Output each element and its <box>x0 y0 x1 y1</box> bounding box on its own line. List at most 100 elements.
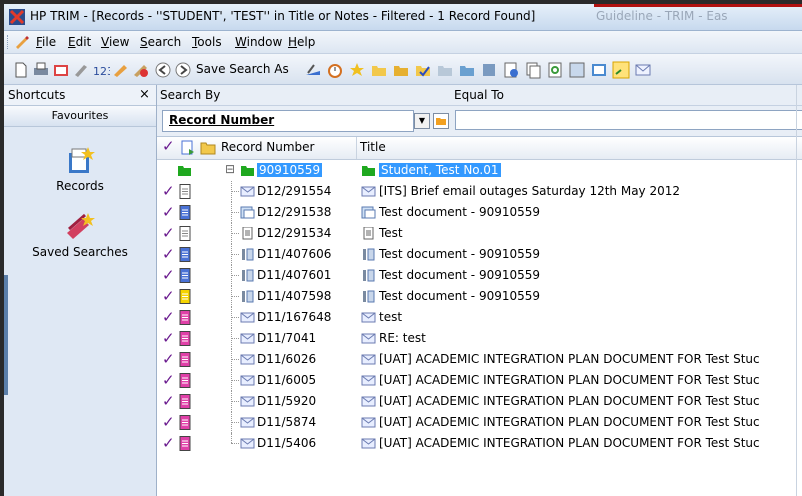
untag-icon[interactable] <box>132 61 150 79</box>
search-inputs-row: Record Number ▼ <box>157 106 802 137</box>
row-checkbox[interactable]: ✓ <box>162 392 175 410</box>
folder-check-icon[interactable] <box>414 61 432 79</box>
menu-edit[interactable]: Edit <box>68 35 91 49</box>
table-row[interactable]: ✓ D12/291538 Test document - 90910559 <box>157 202 802 223</box>
saved-searches-icon <box>67 213 95 239</box>
save-search-as-button[interactable]: Save Search As <box>196 62 289 76</box>
record-number-text: D11/5406 <box>257 436 317 450</box>
chevron-down-icon[interactable]: ▼ <box>414 113 430 129</box>
table-row[interactable]: ✓ D11/6005 [UAT] ACADEMIC INTEGRATION PLAN… <box>157 370 802 391</box>
row-checkbox[interactable]: ✓ <box>162 434 175 452</box>
menu-search[interactable]: Search <box>140 35 181 49</box>
title-text: [UAT] ACADEMIC INTEGRATION PLAN DOCUMENT… <box>379 373 760 387</box>
row-checkbox[interactable]: ✓ <box>162 350 175 368</box>
row-checkbox[interactable]: ✓ <box>162 287 175 305</box>
doc-type-header-icon[interactable] <box>180 140 196 156</box>
row-checkbox[interactable]: ✓ <box>162 329 175 347</box>
row-checkbox[interactable]: ✓ <box>162 245 175 263</box>
table-row[interactable]: ✓ D12/291534 Test <box>157 223 802 244</box>
copy-doc-icon[interactable] <box>524 61 542 79</box>
paper-record-icon <box>242 290 254 303</box>
title-text: [UAT] ACADEMIC INTEGRATION PLAN DOCUMENT… <box>379 415 760 429</box>
table-row[interactable]: ✓ D11/5874 [UAT] ACADEMIC INTEGRATION PLAN… <box>157 412 802 433</box>
menu-file[interactable]: File <box>36 35 56 49</box>
envelope-icon[interactable] <box>634 61 652 79</box>
properties-icon[interactable] <box>52 61 70 79</box>
tag-icon[interactable] <box>112 61 130 79</box>
row-checkbox[interactable]: ✓ <box>162 182 175 200</box>
table-row[interactable]: ✓ D11/7041 RE: test <box>157 328 802 349</box>
panel-splitter[interactable] <box>4 275 8 395</box>
favourites-tab[interactable]: Favourites <box>4 106 156 127</box>
menu-help[interactable]: Help <box>288 35 315 49</box>
search-value-input[interactable] <box>455 110 802 130</box>
print-icon[interactable] <box>32 61 50 79</box>
column-title[interactable]: Title <box>360 140 386 154</box>
clock-doc-icon[interactable] <box>502 61 520 79</box>
table-row[interactable]: ✓ D11/6026 [UAT] ACADEMIC INTEGRATION PLAN… <box>157 349 802 370</box>
collapse-icon[interactable]: ⊟ <box>225 162 235 176</box>
title-text: Student, Test No.01 <box>379 163 501 177</box>
tree-connector <box>231 191 239 192</box>
database-icon[interactable] <box>480 61 498 79</box>
grid-header: ✓ Record Number Title <box>157 137 802 160</box>
search-field-select[interactable]: Record Number ▼ <box>162 110 449 132</box>
row-checkbox[interactable]: ✓ <box>162 308 175 326</box>
row-checkbox[interactable]: ✓ <box>162 266 175 284</box>
tree-icon[interactable] <box>568 61 586 79</box>
document-icon <box>179 394 191 409</box>
shortcut-records[interactable]: Records <box>4 145 156 193</box>
row-checkbox[interactable]: ✓ <box>162 203 175 221</box>
back-arrow-icon[interactable] <box>154 61 172 79</box>
folder-picker-icon[interactable] <box>433 113 449 129</box>
column-record-number[interactable]: Record Number <box>221 140 314 154</box>
row-checkbox[interactable]: ✓ <box>162 413 175 431</box>
record-number-cell: D11/5406 <box>257 436 316 450</box>
document-icon <box>179 310 191 325</box>
title-bar[interactable]: HP TRIM - [Records - ''STUDENT', 'TEST''… <box>4 4 802 31</box>
check-all-icon[interactable]: ✓ <box>162 137 175 155</box>
table-row[interactable]: ✓ D11/407598 Test document - 90910559 <box>157 286 802 307</box>
title-text: Test document - 90910559 <box>379 247 541 261</box>
sequence-icon[interactable]: 123 <box>92 61 110 79</box>
highlight-icon[interactable] <box>612 61 630 79</box>
email-icon <box>361 396 376 407</box>
title-text: [UAT] ACADEMIC INTEGRATION PLAN DOCUMENT… <box>379 352 760 366</box>
forward-arrow-icon[interactable] <box>174 61 192 79</box>
table-row[interactable]: ✓ D12/291554 [ITS] Brief email outages Sat… <box>157 181 802 202</box>
shortcut-saved-searches[interactable]: Saved Searches <box>4 211 156 259</box>
column-separator[interactable] <box>356 137 357 159</box>
email-icon <box>361 375 376 386</box>
paper-record-icon <box>363 290 375 303</box>
new-document-icon[interactable] <box>12 61 30 79</box>
timer-icon[interactable] <box>326 61 344 79</box>
star-wand-icon[interactable] <box>348 61 366 79</box>
refresh-doc-icon[interactable] <box>546 61 564 79</box>
save-search-icon[interactable] <box>304 61 322 79</box>
folder-new-icon[interactable] <box>370 61 388 79</box>
folder-link-icon[interactable] <box>436 61 454 79</box>
email-icon <box>240 333 255 344</box>
menu-tools[interactable]: Tools <box>192 35 222 49</box>
folder-open-icon[interactable] <box>392 61 410 79</box>
table-row[interactable]: ✓ D11/5406 [UAT] ACADEMIC INTEGRATION PLAN… <box>157 433 802 454</box>
close-shortcuts-button[interactable]: × <box>139 87 150 102</box>
menu-view[interactable]: View <box>101 35 129 49</box>
table-row[interactable]: ✓ D11/167648 test <box>157 307 802 328</box>
menu-grip[interactable] <box>7 35 10 49</box>
table-row[interactable]: ✓ D11/5920 [UAT] ACADEMIC INTEGRATION PLAN… <box>157 391 802 412</box>
row-checkbox[interactable]: ✓ <box>162 224 175 242</box>
window-title: HP TRIM - [Records - ''STUDENT', 'TEST''… <box>30 9 536 23</box>
report-icon[interactable] <box>590 61 608 79</box>
brush-icon[interactable] <box>72 61 90 79</box>
table-row[interactable]: ✓ D11/407606 Test document - 90910559 <box>157 244 802 265</box>
record-number-text: 90910559 <box>257 163 323 177</box>
folder-icon <box>362 166 375 176</box>
menu-window[interactable]: Window <box>235 35 282 49</box>
table-row[interactable]: ⊟ 90910559 Student, Test No.01 <box>157 160 802 181</box>
folder-header-icon[interactable] <box>200 141 216 155</box>
folder-image-icon[interactable] <box>458 61 476 79</box>
title-cell: Test document - 90910559 <box>379 289 540 303</box>
table-row[interactable]: ✓ D11/407601 Test document - 90910559 <box>157 265 802 286</box>
row-checkbox[interactable]: ✓ <box>162 371 175 389</box>
